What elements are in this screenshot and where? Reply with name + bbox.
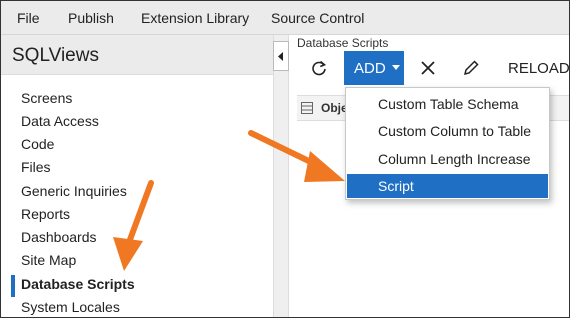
refresh-icon[interactable]	[310, 59, 328, 77]
sidebar-item-screens[interactable]: Screens	[21, 90, 72, 106]
menu-item-label: Custom Table Schema	[378, 96, 519, 112]
collapse-sidebar-button[interactable]	[273, 41, 289, 71]
sidebar-item-system-locales[interactable]: System Locales	[21, 299, 120, 315]
menu-file[interactable]: File	[17, 10, 40, 26]
chevron-down-icon	[392, 65, 400, 70]
pencil-icon[interactable]	[462, 59, 480, 77]
menu-item-custom-column-to-table[interactable]: Custom Column to Table	[347, 119, 548, 143]
column-header-object[interactable]: Obje	[321, 101, 348, 115]
menu-item-label: Script	[378, 178, 414, 194]
panel-splitter[interactable]	[273, 35, 289, 317]
menubar: File Publish Extension Library Source Co…	[1, 1, 569, 35]
menu-item-script[interactable]: Script	[347, 174, 548, 198]
sidebar-item-generic-inquiries[interactable]: Generic Inquiries	[21, 183, 127, 199]
sidebar-item-files[interactable]: Files	[21, 159, 51, 175]
menu-item-label: Column Length Increase	[378, 151, 531, 167]
close-icon[interactable]	[419, 59, 437, 77]
add-button-label: ADD	[354, 60, 386, 77]
grid-settings-icon[interactable]	[301, 102, 313, 114]
sidebar-item-database-scripts[interactable]: Database Scripts	[21, 276, 135, 292]
menu-item-column-length-increase[interactable]: Column Length Increase	[347, 147, 548, 171]
page-title: Database Scripts	[297, 36, 389, 50]
menu-publish[interactable]: Publish	[68, 10, 114, 26]
toolbar: ADD RELOAD	[289, 51, 569, 85]
sidebar-item-data-access[interactable]: Data Access	[21, 113, 99, 129]
app-window: File Publish Extension Library Source Co…	[0, 0, 570, 318]
menu-item-custom-table-schema[interactable]: Custom Table Schema	[347, 92, 548, 116]
active-indicator	[11, 275, 15, 297]
caret-left-icon	[278, 52, 283, 61]
sidebar-item-site-map[interactable]: Site Map	[21, 252, 76, 268]
sidebar-header: SQLViews	[1, 35, 273, 75]
sidebar-item-dashboards[interactable]: Dashboards	[21, 229, 97, 245]
reload-button[interactable]: RELOAD	[508, 60, 569, 77]
menu-source-control[interactable]: Source Control	[271, 10, 364, 26]
sidebar: SQLViews Screens Data Access Code Files …	[1, 35, 273, 317]
sidebar-item-reports[interactable]: Reports	[21, 206, 70, 222]
add-button[interactable]: ADD	[344, 51, 404, 85]
sidebar-item-code[interactable]: Code	[21, 136, 54, 152]
menu-item-label: Custom Column to Table	[378, 123, 532, 139]
add-dropdown-menu: Custom Table Schema Custom Column to Tab…	[345, 87, 550, 200]
project-title: SQLViews	[12, 45, 99, 66]
menu-extension-library[interactable]: Extension Library	[141, 10, 249, 26]
